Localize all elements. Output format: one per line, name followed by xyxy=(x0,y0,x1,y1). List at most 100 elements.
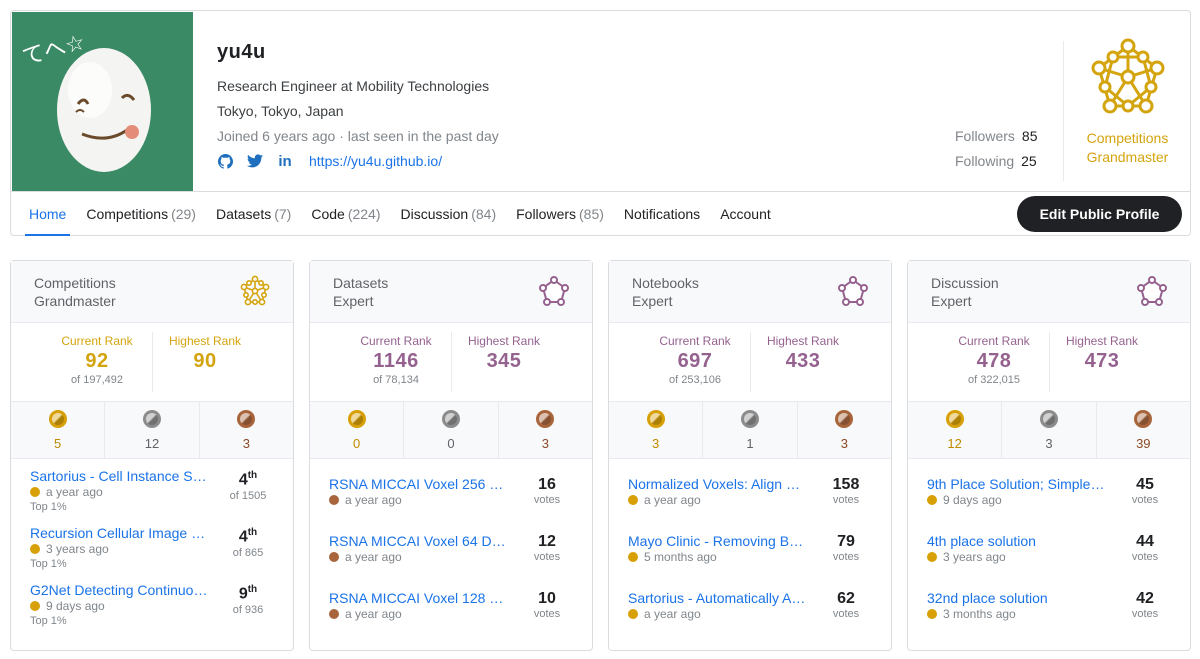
followers-label: Followers xyxy=(955,127,1015,144)
silver-count: 3 xyxy=(1045,436,1053,451)
gold-medal-icon xyxy=(30,601,40,611)
bronze-medal-icon xyxy=(329,495,339,505)
silver-medals: 12 xyxy=(105,402,200,458)
item-title-link[interactable]: 32nd place solution xyxy=(927,590,1107,606)
gold-medal-icon xyxy=(30,487,40,497)
social-links: in https://yu4u.github.io/ xyxy=(217,153,499,170)
tab-notifications[interactable]: Notifications xyxy=(624,192,700,236)
gold-count: 3 xyxy=(652,436,660,451)
highest-rank-label: Highest Rank xyxy=(766,334,840,348)
list-item: Normalized Voxels: Align Planes and Crop… xyxy=(628,464,891,521)
gold-medal-icon xyxy=(347,410,366,428)
item-votes-count: 62 xyxy=(837,590,855,607)
gold-medal-icon xyxy=(48,410,67,428)
gold-medal-icon xyxy=(927,495,937,505)
tab-label: Home xyxy=(29,205,67,222)
item-time: 9 days ago xyxy=(943,493,1002,507)
list-item: 4th place solution 3 years ago 44 votes xyxy=(927,521,1190,578)
tab-home[interactable]: Home xyxy=(24,192,71,236)
item-title-link[interactable]: G2Net Detecting Continuous Gravitational… xyxy=(30,582,210,598)
item-title-link[interactable]: 4th place solution xyxy=(927,533,1107,549)
item-title-link[interactable]: Sartorius - Cell Instance Segmentation xyxy=(30,468,210,484)
item-time: a year ago xyxy=(345,550,402,564)
bronze-count: 3 xyxy=(242,436,250,451)
current-rank-value: 1146 xyxy=(373,350,419,372)
highest-rank-value: 473 xyxy=(1084,350,1120,372)
competitions-card: Competitions Grandmaster Current Rank 92… xyxy=(10,260,294,651)
item-title-link[interactable]: Mayo Clinic - Removing Background xyxy=(628,533,808,549)
linkedin-icon[interactable]: in xyxy=(277,153,293,170)
item-votes: 10 votes xyxy=(522,590,572,620)
following-label: Following xyxy=(955,152,1015,169)
followers-stat[interactable]: Followers 85 xyxy=(955,123,1037,148)
tab-count: (85) xyxy=(579,205,604,222)
item-time: 3 years ago xyxy=(46,542,109,556)
gold-medal-icon xyxy=(30,544,40,554)
item-title-link[interactable]: Recursion Cellular Image Classification xyxy=(30,525,210,541)
twitter-icon[interactable] xyxy=(247,153,263,169)
highest-rank-value: 433 xyxy=(785,350,821,372)
current-rank-value: 478 xyxy=(976,350,1012,372)
tab-competitions[interactable]: Competitions (29) xyxy=(86,192,196,236)
profile-joined: Joined 6 years ago · last seen in the pa… xyxy=(217,128,499,144)
card-header: Competitions Grandmaster xyxy=(11,261,293,323)
card-items: 9th Place Solution; Simple Approach 9 da… xyxy=(908,459,1190,635)
tab-discussion[interactable]: Discussion (84) xyxy=(401,192,497,236)
item-title-link[interactable]: Normalized Voxels: Align Planes and Crop xyxy=(628,476,808,492)
item-place: 4th xyxy=(238,527,258,546)
silver-medals: 3 xyxy=(1002,402,1097,458)
list-item: Mayo Clinic - Removing Background 5 mont… xyxy=(628,521,891,578)
tab-account[interactable]: Account xyxy=(720,192,771,236)
item-time: a year ago xyxy=(644,607,701,621)
list-item: RSNA MICCAI Voxel 64 Dataset a year ago … xyxy=(329,521,592,578)
gold-medal-icon xyxy=(628,495,638,505)
tab-count: (7) xyxy=(274,205,292,222)
gold-medal-icon xyxy=(646,410,665,428)
item-votes: 79 votes xyxy=(821,533,871,563)
website-link[interactable]: https://yu4u.github.io/ xyxy=(309,153,442,169)
item-title-link[interactable]: Sartorius - Automatically Annotation xyxy=(628,590,808,606)
item-votes: 45 votes xyxy=(1120,476,1170,506)
bronze-medals: 3 xyxy=(798,402,891,458)
highest-rank-value: 345 xyxy=(486,350,522,372)
notebooks-card: Notebooks Expert Current Rank 697 of 253… xyxy=(608,260,892,651)
list-item: Recursion Cellular Image Classification … xyxy=(30,521,293,578)
item-votes-count: 12 xyxy=(538,533,556,550)
list-item: Sartorius - Automatically Annotation a y… xyxy=(628,578,891,635)
gold-count: 0 xyxy=(353,436,361,451)
follow-stats: Followers 85 Following 25 xyxy=(955,123,1037,173)
tab-code[interactable]: Code (224) xyxy=(311,192,380,236)
item-title-link[interactable]: RSNA MICCAI Voxel 128 Dataset xyxy=(329,590,509,606)
item-votes-label: votes xyxy=(832,551,860,563)
item-title-link[interactable]: RSNA MICCAI Voxel 256 Dataset xyxy=(329,476,509,492)
tab-label: Followers xyxy=(516,205,577,222)
edit-public-profile-button[interactable]: Edit Public Profile xyxy=(1017,196,1182,232)
medal-counts: 0 0 3 xyxy=(310,402,592,459)
tab-followers[interactable]: Followers (85) xyxy=(516,192,604,236)
item-place-of: of 936 xyxy=(232,604,264,617)
tier-divider xyxy=(1063,41,1064,181)
item-time: a year ago xyxy=(46,485,103,499)
tab-label: Code xyxy=(311,205,345,222)
following-count: 25 xyxy=(1021,152,1037,169)
bronze-medal-icon xyxy=(1134,410,1153,428)
silver-medal-icon xyxy=(1039,410,1058,428)
item-votes-count: 45 xyxy=(1136,476,1154,493)
tab-datasets[interactable]: Datasets (7) xyxy=(216,192,291,236)
card-header: Datasets Expert xyxy=(310,261,592,323)
tier-label-line1: Competitions xyxy=(1086,130,1169,146)
github-icon[interactable] xyxy=(217,153,233,169)
item-percentile: Top 1% xyxy=(30,615,67,627)
current-rank-label: Current Rank xyxy=(659,334,731,348)
item-time: a year ago xyxy=(345,607,402,621)
tier-label-line2: Grandmaster xyxy=(1086,149,1169,165)
item-title-link[interactable]: RSNA MICCAI Voxel 64 Dataset xyxy=(329,533,509,549)
expert-tier-icon xyxy=(538,275,570,307)
item-title-link[interactable]: 9th Place Solution; Simple Approach xyxy=(927,476,1107,492)
following-stat[interactable]: Following 25 xyxy=(955,148,1037,173)
rank-divider xyxy=(451,332,452,392)
tab-label: Competitions xyxy=(86,205,169,222)
item-place: 9th xyxy=(238,584,258,603)
bronze-medal-icon xyxy=(536,410,555,428)
gold-medal-icon xyxy=(927,609,937,619)
